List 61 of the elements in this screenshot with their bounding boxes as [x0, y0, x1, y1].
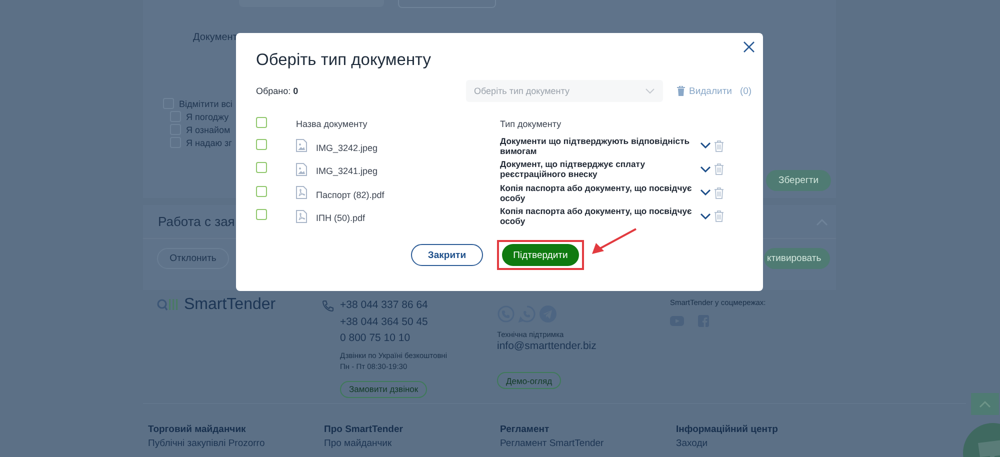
document-type: Документи що підтверджують відповідність вимогам	[500, 136, 691, 156]
checkbox-label: Я надаю зг	[186, 138, 232, 148]
checkbox[interactable]	[256, 138, 267, 150]
chevron-down-icon[interactable]	[700, 212, 711, 220]
save-button[interactable]: Зберегти	[766, 170, 831, 191]
selected-count: Обрано: 0	[256, 86, 300, 96]
checkbox[interactable]	[256, 186, 267, 197]
file-name: ІПН (50).pdf	[316, 213, 365, 224]
footer-heading: Регламент	[500, 424, 550, 435]
image-file-icon	[296, 139, 307, 152]
document-type: Копія паспорта або документу, що посвідчує особу	[500, 206, 693, 226]
document-type: Копія паспорта або документу, що посвідчує особу	[500, 182, 693, 203]
dialog-title: Оберіть тип документу	[256, 51, 432, 70]
checkbox-label: Я погоджу	[186, 112, 229, 122]
checkbox-label: Відмітити всі	[179, 98, 232, 108]
confirm-button[interactable]: Підтвердити	[502, 244, 579, 266]
delete-button[interactable]: Видалити (0)	[677, 86, 752, 96]
pdf-file-icon	[296, 186, 307, 200]
logo-icon	[157, 298, 179, 312]
chevron-up-icon	[979, 400, 991, 408]
document-type: Документ, що підтверджує сплату реєстраційного внеску	[500, 159, 646, 180]
image-file-icon	[296, 162, 307, 176]
close-icon	[743, 41, 755, 53]
activate-button[interactable]: ктивировать	[764, 248, 830, 269]
checkbox[interactable]	[256, 117, 267, 128]
scroll-top-button[interactable]	[971, 393, 999, 415]
close-button[interactable]	[743, 41, 755, 53]
close-dialog-button[interactable]: Закрити	[411, 244, 483, 266]
phone-number[interactable]: +38 044 364 50 45	[340, 314, 447, 330]
document-type-select[interactable]: Оберіть тип документу	[466, 80, 663, 102]
footer-link[interactable]: Заходи	[676, 438, 852, 449]
checkbox[interactable]	[256, 209, 267, 220]
checkbox[interactable]	[256, 162, 267, 174]
chevron-down-icon[interactable]	[700, 166, 711, 173]
chevron-down-icon[interactable]	[700, 142, 711, 150]
file-name: IMG_3241.jpeg	[316, 166, 378, 176]
logo-text: SmartTender	[184, 296, 276, 314]
file-name: Паспорт (82).pdf	[316, 190, 384, 200]
footer-link[interactable]: Регламент SmartTender	[500, 438, 676, 449]
annotation-arrow	[591, 228, 637, 255]
phone-icon	[322, 300, 334, 312]
file-name: IMG_3242.jpeg	[316, 142, 378, 153]
footer-link[interactable]: Про майданчик	[324, 438, 500, 449]
chevron-down-icon	[645, 88, 655, 94]
footer-heading: Інформаційний центр	[676, 424, 779, 435]
phone-number[interactable]: 0 800 75 10 10	[340, 330, 447, 346]
pdf-file-icon	[296, 210, 307, 223]
footer-link[interactable]: Публічні закупівлі Prozorro	[148, 438, 324, 449]
demo-button[interactable]: Демо-огляд	[497, 372, 562, 389]
footer-heading: Про SmartTender	[324, 424, 404, 435]
column-header: Тип документу	[500, 119, 562, 129]
phone-number[interactable]: +38 044 337 86 64	[340, 297, 447, 314]
column-header: Назва документу	[296, 119, 368, 129]
footer-heading: Торговий майданчик	[148, 424, 247, 435]
support-email[interactable]: info@smarttender.biz	[497, 340, 670, 352]
panel-title: Работа с зая	[158, 214, 235, 229]
decline-button[interactable]: Отклонить	[157, 248, 229, 269]
trash-icon	[677, 86, 685, 96]
checkbox-label: Я ознайом	[186, 124, 230, 134]
order-call-button[interactable]: Замовити дзвінок	[340, 380, 428, 398]
chevron-down-icon[interactable]	[700, 189, 711, 196]
